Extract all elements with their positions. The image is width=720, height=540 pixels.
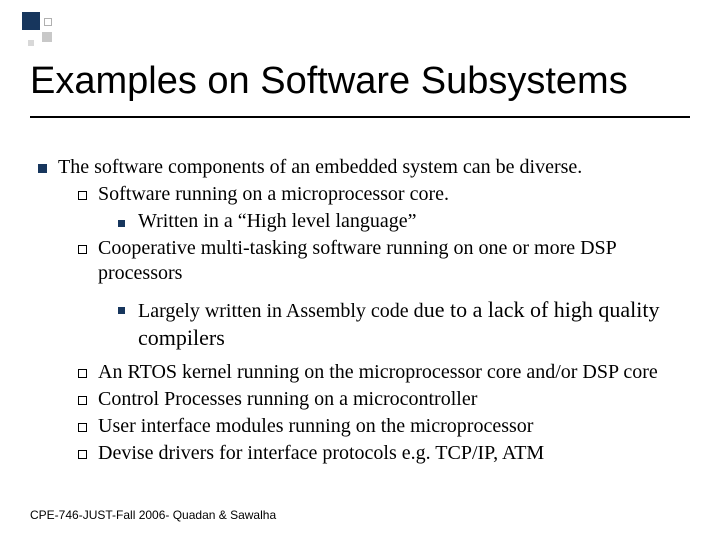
bullet-open-square-icon bbox=[78, 387, 98, 412]
bullet-open-square-icon bbox=[78, 441, 98, 466]
list-item: The software components of an embedded s… bbox=[38, 155, 700, 180]
list-text: An RTOS kernel running on the microproce… bbox=[98, 360, 700, 385]
bullet-open-square-icon bbox=[78, 360, 98, 385]
deco-square-icon bbox=[42, 32, 52, 42]
bullet-filled-square-icon bbox=[38, 155, 58, 180]
slide-footer: CPE-746-JUST-Fall 2006- Quadan & Sawalha bbox=[30, 508, 276, 522]
list-item: An RTOS kernel running on the microproce… bbox=[78, 360, 700, 385]
list-item: Control Processes running on a microcont… bbox=[78, 387, 700, 412]
list-text: Largely written in Assembly code due to … bbox=[138, 296, 700, 352]
list-text: The software components of an embedded s… bbox=[58, 155, 700, 180]
list-text: Written in a “High level language” bbox=[138, 209, 700, 234]
title-underline bbox=[30, 116, 690, 118]
bullet-small-square-icon bbox=[118, 209, 138, 234]
slide-body: The software components of an embedded s… bbox=[38, 155, 700, 468]
list-text: Cooperative multi-tasking software runni… bbox=[98, 236, 700, 286]
list-text: Software running on a microprocessor cor… bbox=[98, 182, 700, 207]
list-item: User interface modules running on the mi… bbox=[78, 414, 700, 439]
list-text: Devise drivers for interface protocols e… bbox=[98, 441, 700, 466]
list-text: Control Processes running on a microcont… bbox=[98, 387, 700, 412]
text-run: Largely written in Assembly code d bbox=[138, 300, 424, 322]
list-item: Written in a “High level language” bbox=[118, 209, 700, 234]
bullet-small-square-icon bbox=[118, 296, 138, 321]
bullet-open-square-icon bbox=[78, 182, 98, 207]
spacer bbox=[38, 288, 700, 296]
bullet-open-square-icon bbox=[78, 236, 98, 261]
bullet-open-square-icon bbox=[78, 414, 98, 439]
list-item: Cooperative multi-tasking software runni… bbox=[78, 236, 700, 286]
list-item: Largely written in Assembly code due to … bbox=[118, 296, 700, 352]
list-item: Devise drivers for interface protocols e… bbox=[78, 441, 700, 466]
slide: Examples on Software Subsystems The soft… bbox=[0, 0, 720, 540]
deco-square-icon bbox=[28, 40, 34, 46]
list-item: Software running on a microprocessor cor… bbox=[78, 182, 700, 207]
deco-square-icon bbox=[44, 18, 52, 26]
list-text: User interface modules running on the mi… bbox=[98, 414, 700, 439]
slide-title: Examples on Software Subsystems bbox=[30, 60, 690, 103]
deco-square-icon bbox=[22, 12, 40, 30]
